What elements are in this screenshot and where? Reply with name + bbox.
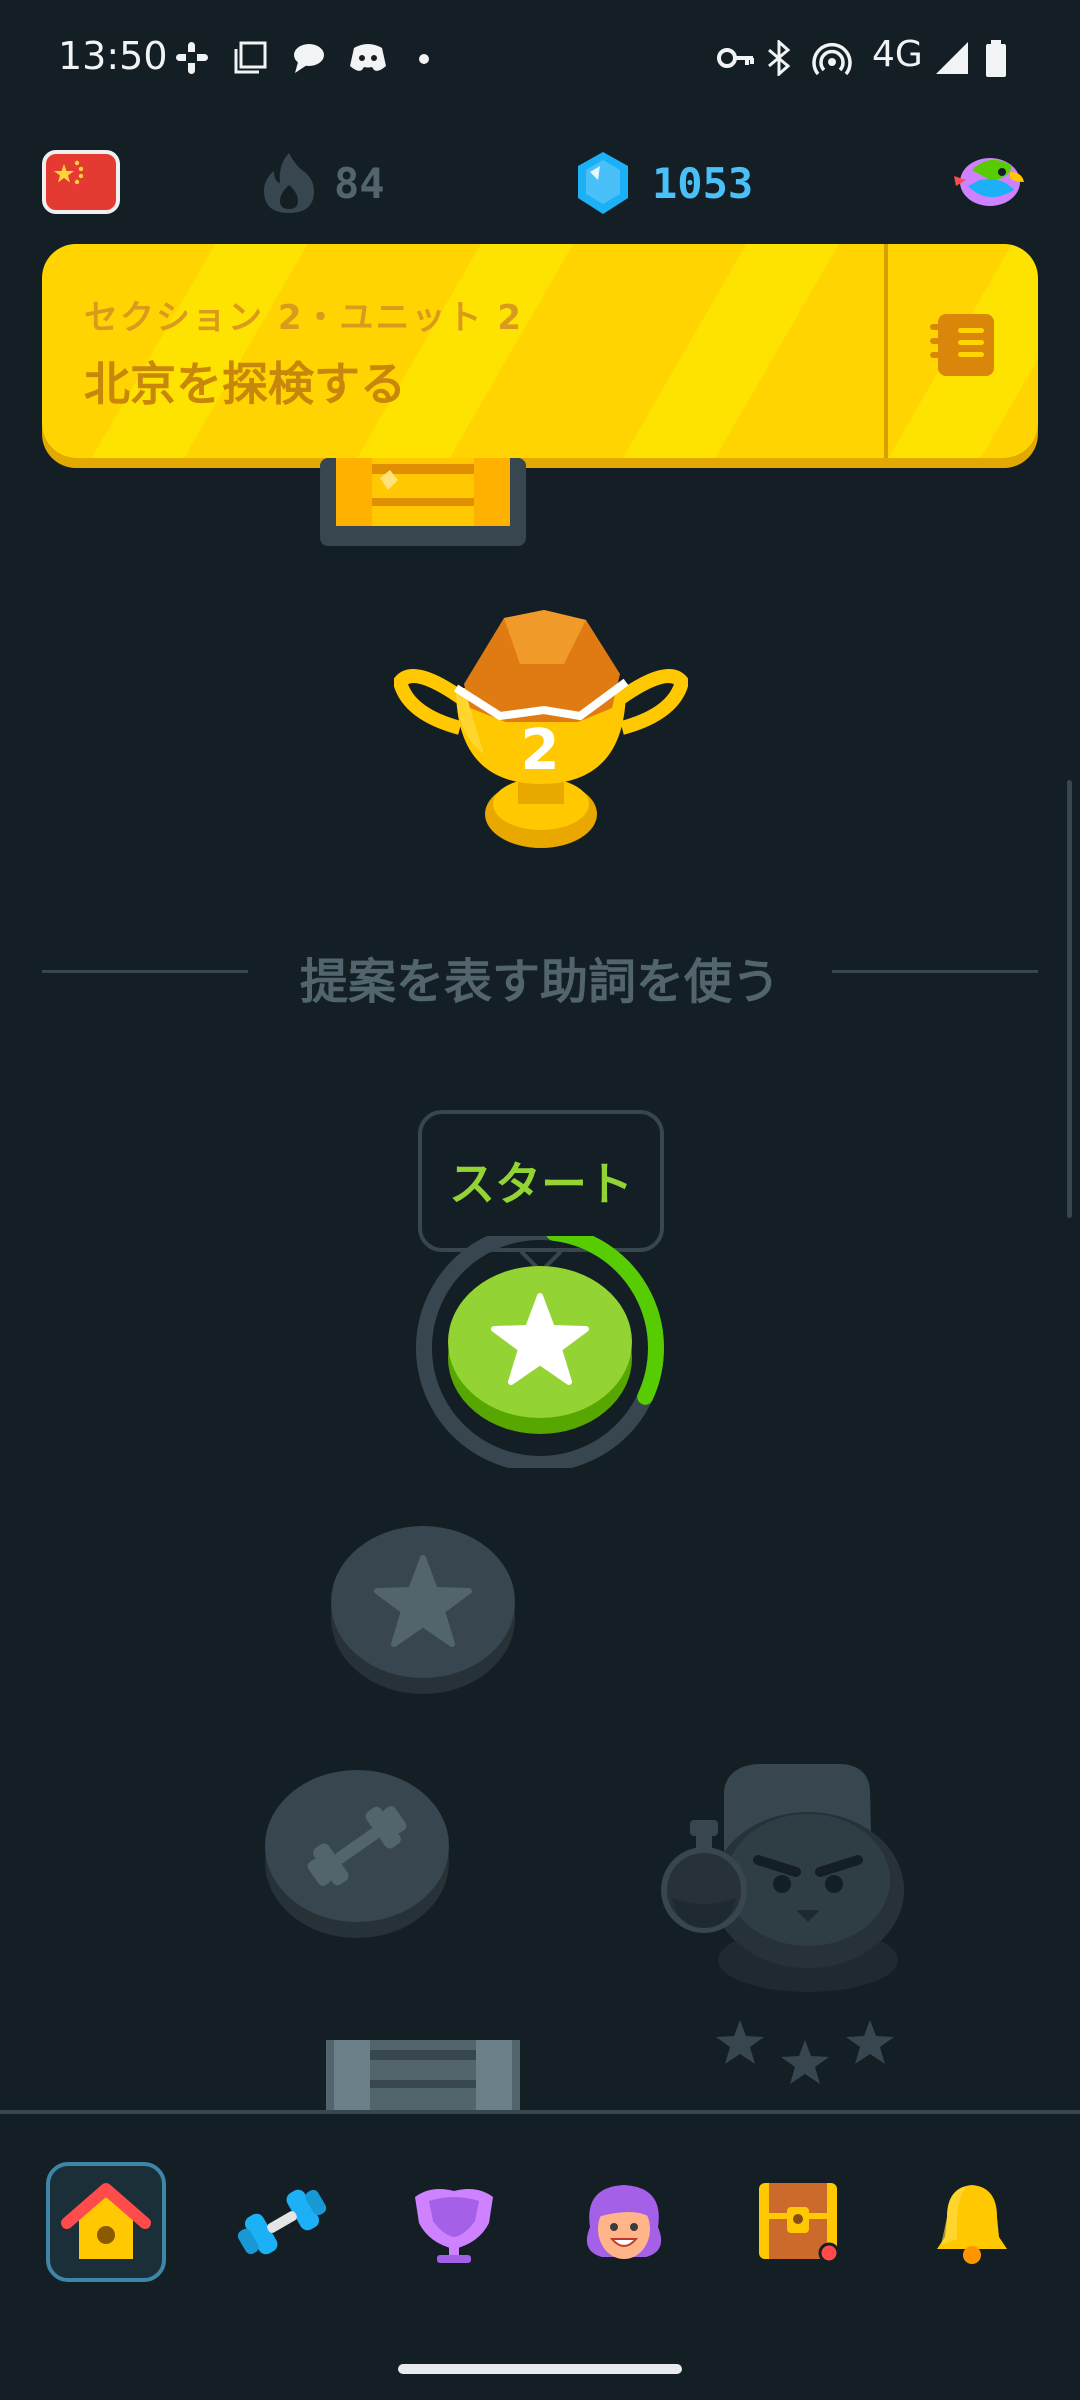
active-lesson-node[interactable] [408, 1236, 672, 1468]
home-icon [61, 2183, 151, 2259]
nav-home[interactable] [46, 2162, 166, 2282]
home-indicator[interactable] [398, 2364, 682, 2374]
locked-lesson-node[interactable] [330, 1522, 516, 1694]
status-time: 13:50 [58, 34, 168, 78]
locked-chest-icon [326, 2040, 520, 2110]
discord-icon [350, 44, 386, 71]
copy-icon [234, 41, 267, 74]
profile-avatar-button[interactable] [950, 146, 1028, 218]
nav-notifications[interactable] [912, 2162, 1032, 2282]
section-banner[interactable]: セクション 2・ユニット 2 北京を探検する [42, 244, 1038, 458]
leaderboard-icon [415, 2189, 493, 2263]
bell-icon [937, 2185, 1007, 2264]
flame-icon [264, 153, 314, 213]
gems-count: 1053 [652, 158, 754, 208]
chat-bubble-icon [294, 44, 324, 73]
hotspot-icon [812, 43, 852, 76]
practice-dumbbell-icon [237, 2189, 327, 2255]
scrollbar[interactable] [1067, 780, 1072, 1218]
nav-practice[interactable] [222, 2162, 342, 2282]
bluetooth-icon [768, 40, 791, 76]
trophy-number: 2 [520, 718, 560, 783]
unit-title: 提案を表す助詞を使う [299, 954, 780, 1010]
locked-practice-node[interactable] [264, 1766, 450, 1938]
battery-icon [986, 40, 1006, 77]
guidebook-button[interactable] [888, 244, 1038, 458]
colorful-bird-avatar-icon [954, 158, 1024, 206]
nav-shop[interactable] [738, 2162, 858, 2282]
bottom-nav [0, 2114, 1080, 2400]
streak-count: 84 [334, 158, 385, 208]
star-icon [781, 2040, 829, 2084]
gems-counter[interactable]: 1053 [576, 148, 753, 218]
dot-icon [419, 54, 429, 64]
nav-leaderboard[interactable] [394, 2162, 514, 2282]
start-tooltip[interactable]: スタート [418, 1110, 664, 1252]
character-stars [716, 2020, 894, 2084]
gem-icon [578, 152, 628, 214]
star-icon [716, 2020, 764, 2064]
notification-dot [818, 2242, 840, 2264]
course-flag-button[interactable] [42, 150, 120, 214]
slack-icon [176, 42, 208, 74]
treasure-chest-icon [320, 458, 526, 546]
china-flag-icon [54, 160, 84, 185]
streak-counter[interactable]: 84 [262, 150, 385, 216]
star-icon [846, 2020, 894, 2064]
banner-title: 北京を探検する [84, 357, 406, 411]
status-bar: 13:50 4G [0, 0, 1080, 120]
vpn-key-icon [717, 48, 754, 68]
locked-character-illustration [661, 1764, 904, 1992]
treasure-chest-icon [759, 2183, 840, 2264]
signal-icon [936, 42, 968, 74]
nav-profile[interactable] [564, 2162, 684, 2282]
network-type: 4G [872, 34, 923, 75]
guidebook-icon [930, 314, 994, 376]
profile-icon [586, 2185, 662, 2259]
banner-subtitle: セクション 2・ユニット 2 [84, 298, 523, 338]
